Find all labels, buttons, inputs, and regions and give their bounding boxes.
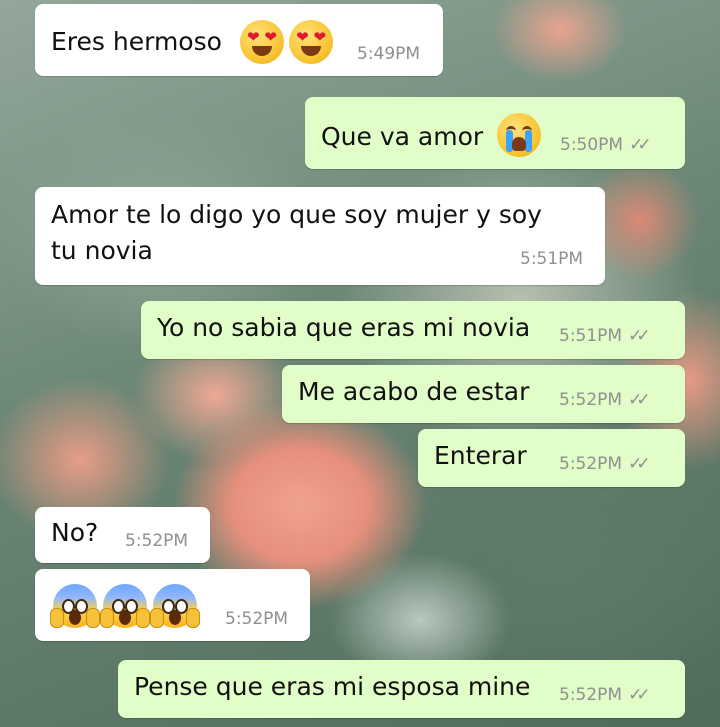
crying-emoji-icon: [497, 113, 541, 157]
message-bubble-incoming[interactable]: Eres hermoso 5:49PM: [35, 4, 443, 76]
message-text-line: tu novia: [51, 236, 153, 265]
message-time: 5:52PM: [559, 454, 623, 474]
message-bubble-outgoing[interactable]: Me acabo de estar 5:52PM ✓✓: [282, 365, 685, 423]
message-bubble-outgoing[interactable]: Enterar 5:52PM ✓✓: [418, 429, 685, 487]
screaming-face-emoji-icon: [50, 584, 100, 628]
message-text: Yo no sabia que eras mi novia: [157, 313, 531, 342]
message-bubble-incoming[interactable]: Amor te lo digo yo que soy mujer y soy t…: [35, 187, 605, 285]
message-meta: 5:51PM ✓✓: [559, 326, 650, 346]
message-time: 5:51PM: [520, 249, 584, 269]
double-check-read-icon: ✓✓: [628, 326, 650, 346]
message-time: 5:52PM: [559, 685, 623, 705]
message-text: Me acabo de estar: [298, 377, 530, 406]
emoji-group: [240, 20, 334, 64]
message-time: 5:49PM: [357, 44, 421, 64]
message-bubble-incoming[interactable]: No? 5:52PM: [35, 507, 210, 563]
message-text: Enterar: [434, 441, 527, 470]
emoji-group: [50, 584, 200, 628]
message-meta: 5:50PM ✓✓: [560, 135, 651, 155]
message-meta: 5:52PM ✓✓: [559, 454, 650, 474]
heart-eyes-emoji-icon: [240, 20, 284, 64]
message-time: 5:52PM: [225, 609, 289, 629]
message-time: 5:50PM: [560, 135, 624, 155]
message-text: Que va amor: [321, 122, 484, 151]
message-text: No?: [51, 518, 99, 547]
screaming-face-emoji-icon: [100, 584, 150, 628]
message-text: Pense que eras mi esposa mine: [134, 672, 531, 701]
message-bubble-outgoing[interactable]: Que va amor 5:50PM ✓✓: [305, 97, 685, 169]
message-text: Eres hermoso: [51, 27, 222, 56]
double-check-read-icon: ✓✓: [628, 390, 650, 410]
message-text-line: Amor te lo digo yo que soy mujer y soy: [51, 200, 542, 229]
message-time: 5:52PM: [125, 531, 189, 551]
message-bubble-incoming[interactable]: 5:52PM: [35, 569, 310, 641]
message-bubble-outgoing[interactable]: Pense que eras mi esposa mine 5:52PM ✓✓: [118, 660, 685, 718]
screaming-face-emoji-icon: [150, 584, 200, 628]
message-meta: 5:52PM ✓✓: [559, 390, 650, 410]
message-meta: 5:52PM ✓✓: [559, 685, 650, 705]
double-check-read-icon: ✓✓: [628, 685, 650, 705]
heart-eyes-emoji-icon: [289, 20, 334, 64]
double-check-read-icon: ✓✓: [628, 454, 650, 474]
message-bubble-outgoing[interactable]: Yo no sabia que eras mi novia 5:51PM ✓✓: [141, 301, 685, 359]
message-time: 5:52PM: [559, 390, 623, 410]
double-check-read-icon: ✓✓: [629, 135, 651, 155]
message-time: 5:51PM: [559, 326, 623, 346]
